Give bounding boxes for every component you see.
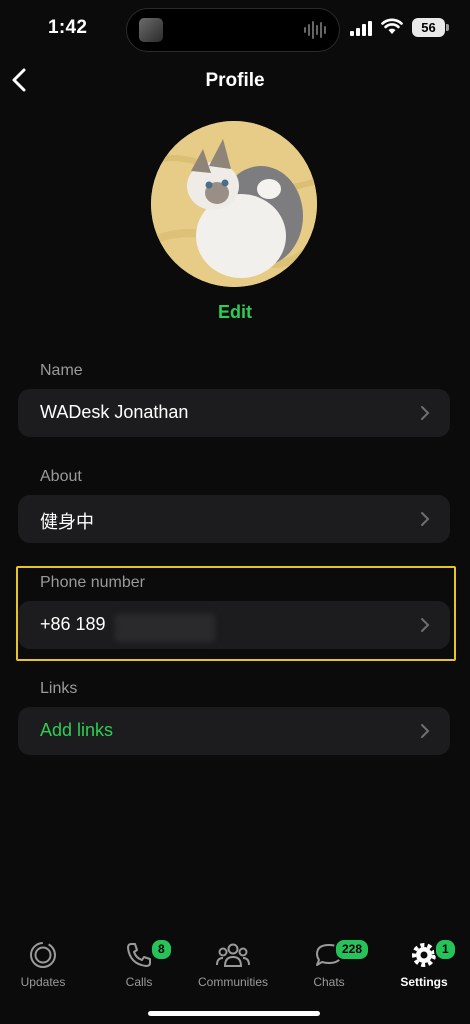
profile-avatar[interactable]	[151, 121, 317, 287]
about-field[interactable]: 健身中	[18, 495, 450, 543]
about-value: 健身中	[40, 512, 94, 532]
battery-tip	[446, 24, 449, 31]
name-field[interactable]: WADesk Jonathan	[18, 389, 450, 437]
settings-badge: 1	[434, 938, 457, 961]
chevron-right-icon	[421, 618, 430, 632]
tab-calls-label: Calls	[125, 975, 153, 989]
audio-waveform-icon	[304, 21, 326, 39]
home-indicator	[148, 1011, 320, 1016]
name-label: Name	[40, 362, 83, 379]
tab-chats-label: Chats	[313, 975, 345, 989]
wifi-icon	[381, 18, 403, 34]
chevron-right-icon	[421, 724, 430, 738]
chats-badge: 228	[334, 938, 371, 961]
updates-icon	[30, 942, 56, 968]
tab-updates-label: Updates	[20, 975, 66, 989]
redacted-phone-digits	[115, 614, 215, 642]
communities-icon	[216, 943, 250, 967]
battery-indicator: 56	[412, 18, 445, 37]
status-bar: 1:42 56	[0, 0, 470, 58]
links-label: Links	[40, 680, 78, 697]
add-links-value: Add links	[40, 720, 114, 740]
status-time: 1:42	[48, 17, 88, 38]
phone-value: +86 189	[40, 614, 106, 634]
calls-badge: 8	[150, 938, 173, 961]
about-label: About	[40, 468, 82, 485]
now-playing-thumbnail	[139, 18, 163, 42]
tab-bar: Updates Calls 8 Communities Chats 228 Se…	[0, 930, 470, 1024]
tab-communities-label: Communities	[197, 975, 269, 989]
dynamic-island[interactable]	[126, 8, 340, 52]
chevron-right-icon	[421, 406, 430, 420]
add-links-field[interactable]: Add links	[18, 707, 450, 755]
tab-updates[interactable]: Updates	[0, 940, 90, 989]
phone-field[interactable]: +86 189	[18, 601, 450, 649]
page-title: Profile	[205, 70, 265, 91]
chevron-right-icon	[421, 512, 430, 526]
edit-photo-button[interactable]: Edit	[0, 302, 470, 323]
tab-settings-label: Settings	[400, 975, 448, 989]
phone-label: Phone number	[40, 574, 145, 591]
name-value: WADesk Jonathan	[40, 402, 189, 422]
cellular-signal-icon	[350, 21, 372, 36]
cat-photo	[151, 121, 317, 287]
tab-communities[interactable]: Communities	[186, 940, 280, 989]
